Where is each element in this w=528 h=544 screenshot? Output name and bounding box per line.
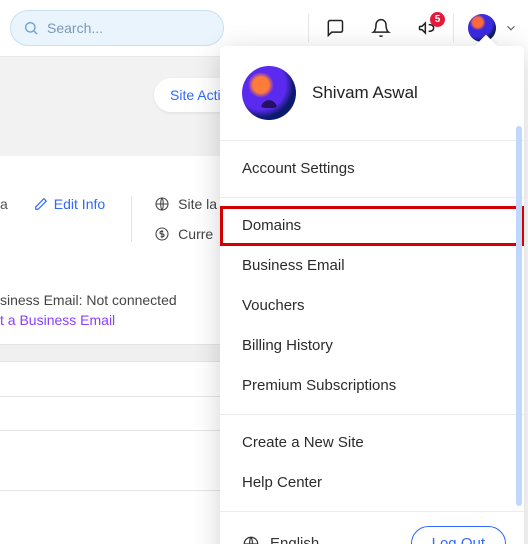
business-email-cta[interactable]: t a Business Email <box>0 312 177 328</box>
chat-icon <box>325 18 345 38</box>
chevron-down-icon[interactable] <box>504 21 518 35</box>
announce-button[interactable]: 5 <box>407 8 447 48</box>
dropdown-footer: English Log Out <box>220 511 524 544</box>
divider <box>453 14 454 42</box>
menu-premium-subscriptions[interactable]: Premium Subscriptions <box>220 366 524 406</box>
business-email-status: siness Email: Not connected <box>0 292 177 308</box>
menu-business-email[interactable]: Business Email <box>220 246 524 286</box>
edit-info-label: Edit Info <box>54 196 105 212</box>
menu-help-center[interactable]: Help Center <box>220 463 524 503</box>
site-language-row: Site la <box>154 196 217 212</box>
search-input[interactable] <box>47 20 187 36</box>
pencil-icon <box>34 197 48 211</box>
divider <box>308 14 309 42</box>
user-name: Shivam Aswal <box>312 83 418 103</box>
globe-icon <box>154 196 170 212</box>
chat-button[interactable] <box>315 8 355 48</box>
truncated-label: a <box>0 196 8 212</box>
logout-button[interactable]: Log Out <box>411 526 506 544</box>
search-box[interactable] <box>10 10 224 46</box>
menu-create-site[interactable]: Create a New Site <box>220 423 524 463</box>
edit-info-link[interactable]: Edit Info <box>34 196 105 212</box>
bell-button[interactable] <box>361 8 401 48</box>
user-dropdown: Shivam Aswal Account Settings Domains Bu… <box>220 46 524 544</box>
notification-badge: 5 <box>430 12 445 27</box>
section-divider <box>0 490 220 491</box>
avatar-large <box>242 66 296 120</box>
language-selector[interactable]: English <box>242 535 319 544</box>
language-label: English <box>270 535 319 544</box>
menu-billing-history[interactable]: Billing History <box>220 326 524 366</box>
section-divider <box>0 396 220 397</box>
currency-icon <box>154 226 170 242</box>
section-divider <box>0 430 220 431</box>
site-language-label: Site la <box>178 196 217 212</box>
globe-icon <box>242 535 260 544</box>
currency-label: Curre <box>178 226 213 242</box>
menu-vouchers[interactable]: Vouchers <box>220 286 524 326</box>
info-row: a Edit Info Site la Curre <box>0 196 217 242</box>
scrollbar-thumb[interactable] <box>516 126 522 506</box>
business-email-block: siness Email: Not connected t a Business… <box>0 292 177 328</box>
menu-domains[interactable]: Domains <box>220 206 524 246</box>
search-icon <box>23 20 39 36</box>
dropdown-header: Shivam Aswal <box>220 46 524 140</box>
bell-icon <box>371 18 391 38</box>
section-divider <box>0 344 220 362</box>
currency-row: Curre <box>154 226 217 242</box>
menu-account-settings[interactable]: Account Settings <box>220 149 524 189</box>
